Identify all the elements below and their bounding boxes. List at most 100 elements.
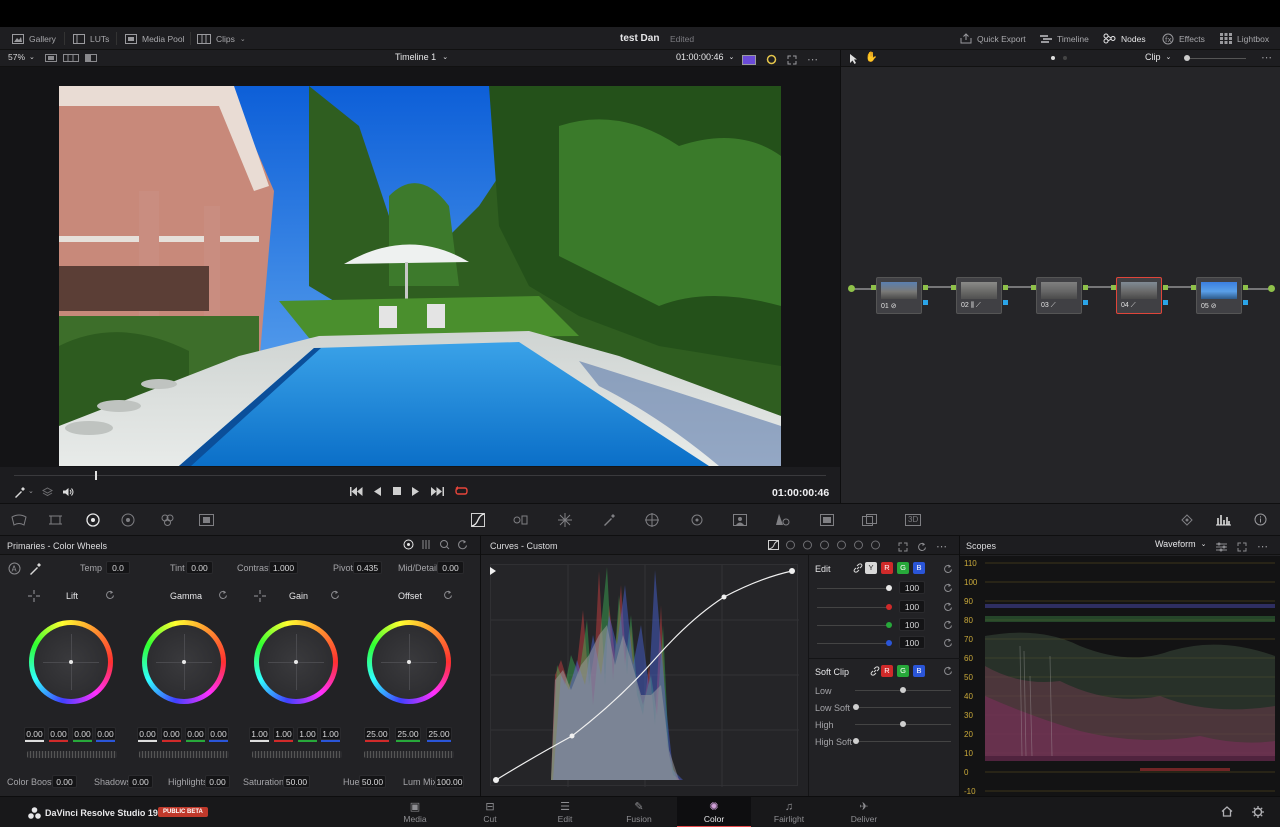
lum-mix-field[interactable]: 100.00 [435,775,464,788]
fullscreen-icon[interactable] [787,55,797,65]
node-output-pin[interactable] [923,285,928,290]
gain-wheel-handle[interactable] [294,660,298,664]
channel-b-chip[interactable]: B [913,562,925,574]
play-reverse-icon[interactable] [374,486,382,496]
skip-to-end-icon[interactable] [431,486,444,496]
stop-icon[interactable] [393,487,401,495]
offset-g-value[interactable]: 25.00 [395,727,421,742]
gallery-button[interactable]: Gallery [12,27,56,50]
white-balance-picker-icon[interactable] [29,562,42,575]
sat-vs-lum-icon[interactable] [870,540,881,550]
compare-view-icon[interactable] [85,54,97,62]
keyframes-icon[interactable] [1180,514,1194,526]
corrector-node-03[interactable]: 03 ⟋ [1036,277,1082,314]
node-key-output-pin[interactable] [1163,300,1168,305]
color-match-icon[interactable] [49,514,62,526]
curve-line[interactable] [490,564,800,788]
auto-balance-icon[interactable]: A [8,562,21,575]
hue-vs-hue-icon[interactable] [785,540,796,550]
play-icon[interactable] [412,486,420,496]
hue-vs-lum-icon[interactable] [819,540,830,550]
more-options-icon[interactable]: ⋯ [1257,540,1268,553]
reset-icon[interactable] [218,590,228,600]
saturation-field[interactable]: 50.00 [283,775,310,788]
scrubber-track[interactable] [14,475,826,476]
page-fairlight[interactable]: ♫ Fairlight [752,797,826,827]
high-soft-slider[interactable] [855,741,951,742]
high-soft-handle[interactable] [853,738,859,744]
wheels-mode-icon[interactable] [403,539,414,550]
intensity-y-slider[interactable] [817,588,887,589]
node-output-pin[interactable] [1083,285,1088,290]
channel-g-chip[interactable]: G [897,562,909,574]
node-input-pin[interactable] [951,285,956,290]
intensity-g-field[interactable]: 100 [899,618,925,631]
curve-control-point[interactable] [569,733,575,739]
nodes-button[interactable]: Nodes [1103,27,1146,50]
hand-tool-icon[interactable]: ✋ [865,52,877,63]
temp-field[interactable]: 0.0 [106,561,130,574]
node-key-output-pin[interactable] [1243,300,1248,305]
corrector-node-05[interactable]: 05 ⊘ [1196,277,1242,314]
channel-r-chip[interactable]: R [881,562,893,574]
key-icon[interactable] [820,514,834,526]
playhead[interactable] [95,471,98,480]
lightbox-button[interactable]: Lightbox [1220,27,1269,50]
page-cut[interactable]: ⊟ Cut [453,797,527,827]
more-options-icon[interactable]: ⋯ [936,540,947,553]
sizing-icon[interactable] [862,514,877,526]
home-icon[interactable] [1221,806,1233,817]
timeline-dropdown[interactable]: Timeline 1 ⌄ [395,52,448,62]
scope-type-dropdown[interactable]: Waveform ⌄ [1155,539,1207,549]
color-boost-field[interactable]: 0.00 [52,775,77,788]
corrector-node-01[interactable]: 01 ⊘ [876,277,922,314]
gain-r-value[interactable]: 1.00 [273,727,294,742]
expand-icon[interactable] [898,542,908,552]
tint-field[interactable]: 0.00 [186,561,213,574]
offset-r-value[interactable]: 25.00 [364,727,390,742]
hdr-wheels-icon[interactable] [121,513,137,527]
lift-picker-icon[interactable] [28,590,40,602]
high-handle[interactable] [900,721,906,727]
effects-button[interactable]: fx Effects [1162,27,1205,50]
low-handle[interactable] [900,687,906,693]
chevron-down-icon[interactable]: ⌄ [28,487,34,495]
quick-export-button[interactable]: Quick Export [960,27,1026,50]
blur-icon[interactable] [775,513,790,526]
gain-master-wheel[interactable] [252,751,342,758]
gamma-wheel[interactable] [142,620,226,704]
reset-icon[interactable] [105,590,115,600]
color-wheels-tool-icon[interactable] [86,513,100,527]
qualifier-icon[interactable] [603,513,616,526]
reset-icon[interactable] [943,620,953,630]
tracker-icon[interactable] [690,513,704,527]
video-output-icon[interactable] [742,54,756,65]
node-zoom-handle[interactable] [1184,55,1190,61]
node-input-pin[interactable] [871,285,876,290]
node-key-output-pin[interactable] [1083,300,1088,305]
node-tree-output[interactable] [1268,285,1275,292]
gain-picker-icon[interactable] [254,590,266,602]
bars-mode-icon[interactable] [421,539,432,550]
contrast-field[interactable]: 1.000 [269,561,298,574]
expand-icon[interactable] [1237,542,1247,552]
node-output-pin[interactable] [1163,285,1168,290]
layers-icon[interactable] [42,487,53,497]
more-options-icon[interactable]: ⋯ [1261,51,1272,64]
reset-icon[interactable] [943,602,953,612]
node-output-pin[interactable] [1243,285,1248,290]
speaker-icon[interactable] [62,487,74,497]
intensity-r-field[interactable]: 100 [899,600,925,613]
gain-y-value[interactable]: 1.00 [249,727,270,742]
curve-control-point[interactable] [493,777,499,783]
sat-vs-sat-icon[interactable] [853,540,864,550]
color-warper-icon[interactable] [513,514,528,526]
custom-curve-icon[interactable] [768,540,779,550]
eyedropper-icon[interactable] [14,487,25,498]
curve-control-point[interactable] [789,568,795,574]
intensity-b-slider[interactable] [817,643,887,644]
lift-r-value[interactable]: 0.00 [48,727,69,742]
more-options-icon[interactable]: ⋯ [807,53,818,66]
lift-wheel-handle[interactable] [69,660,73,664]
gamma-b-value[interactable]: 0.00 [208,727,229,742]
